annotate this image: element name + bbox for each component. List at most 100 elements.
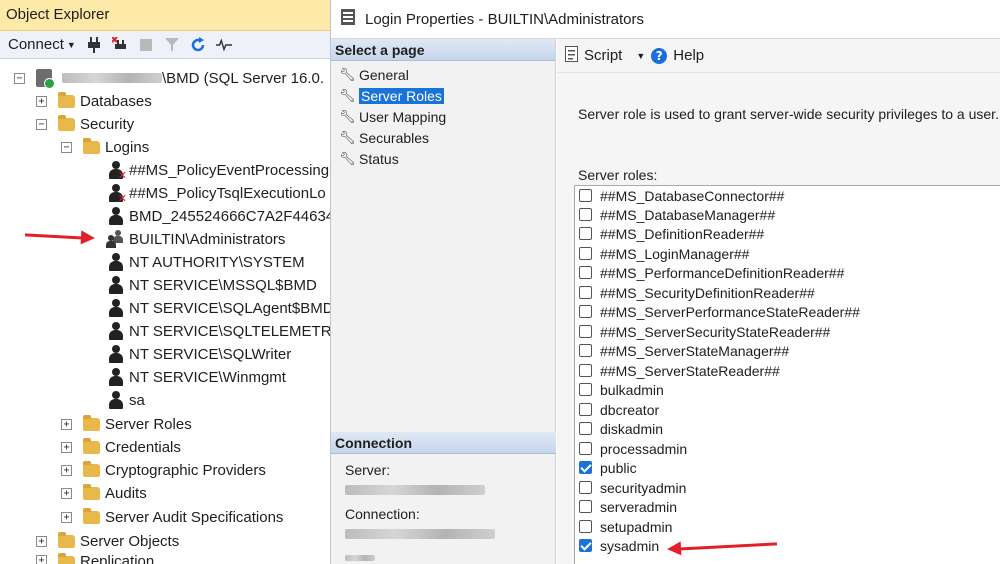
page-label: Status: [359, 150, 399, 167]
page-status[interactable]: 🔧︎ Status: [331, 148, 555, 169]
login-item[interactable]: sa: [108, 389, 145, 411]
role-checkbox[interactable]: [579, 500, 592, 513]
role-checkbox[interactable]: [579, 442, 592, 455]
role-checkbox[interactable]: [579, 286, 592, 299]
help-button[interactable]: Help: [673, 47, 704, 64]
login-item[interactable]: NT SERVICE\Winmgmt: [108, 366, 286, 388]
activity-monitor-icon[interactable]: [215, 37, 232, 53]
role-checkbox[interactable]: [579, 227, 592, 240]
collapse-icon[interactable]: −: [61, 141, 72, 153]
page-selector-pane: Select a page 🔧︎ General 🔧︎ Server Roles…: [331, 39, 556, 564]
tree-node-server[interactable]: − \BMD (SQL Server 16.0.: [14, 67, 324, 89]
collapse-icon[interactable]: −: [14, 72, 25, 84]
role-checkbox[interactable]: [579, 266, 592, 279]
role-checkbox[interactable]: [579, 325, 592, 338]
login-item[interactable]: ✕ ##MS_PolicyTsqlExecutionLo: [108, 182, 326, 204]
tree-label: Server Objects: [80, 532, 180, 550]
role-checkbox[interactable]: [579, 364, 592, 377]
role-item[interactable]: setupadmin: [579, 517, 672, 536]
role-item[interactable]: ##MS_ServerStateReader##: [579, 361, 780, 380]
expand-icon[interactable]: +: [61, 511, 72, 523]
server-roles-list[interactable]: ##MS_DatabaseConnector## ##MS_DatabaseMa…: [574, 185, 1000, 564]
tree-node-replication[interactable]: + Replication: [36, 553, 154, 564]
tree-node-server-roles[interactable]: + Server Roles: [61, 413, 192, 435]
expand-icon[interactable]: +: [61, 441, 72, 453]
role-name: ##MS_ServerSecurityStateReader##: [600, 323, 831, 340]
role-checkbox-checked[interactable]: [579, 539, 592, 552]
stop-icon[interactable]: [138, 37, 154, 53]
role-item[interactable]: ##MS_SecurityDefinitionReader##: [579, 283, 815, 302]
role-checkbox[interactable]: [579, 403, 592, 416]
tree-node-server-objects[interactable]: + Server Objects: [36, 530, 179, 552]
user-icon: [108, 322, 124, 340]
page-general[interactable]: 🔧︎ General: [331, 64, 555, 85]
server-roles-label-text: Server roles:: [578, 167, 658, 183]
refresh-icon[interactable]: [190, 36, 206, 53]
tree-node-databases[interactable]: + Databases: [36, 90, 152, 112]
role-item[interactable]: dbcreator: [579, 400, 659, 419]
expand-icon[interactable]: +: [36, 95, 47, 107]
tree-node-cryptographic-providers[interactable]: + Cryptographic Providers: [61, 459, 266, 481]
role-item[interactable]: ##MS_DefinitionReader##: [579, 224, 764, 243]
page-server-roles[interactable]: 🔧︎ Server Roles: [331, 85, 555, 106]
page-securables[interactable]: 🔧︎ Securables: [331, 127, 555, 148]
role-checkbox[interactable]: [579, 481, 592, 494]
role-checkbox[interactable]: [579, 247, 592, 260]
collapse-icon[interactable]: −: [36, 118, 47, 130]
role-item[interactable]: ##MS_DatabaseConnector##: [579, 186, 784, 205]
tree-node-audits[interactable]: + Audits: [61, 482, 147, 504]
role-item[interactable]: processadmin: [579, 439, 687, 458]
page-user-mapping[interactable]: 🔧︎ User Mapping: [331, 106, 555, 127]
role-item[interactable]: ##MS_ServerStateManager##: [579, 341, 789, 360]
tree-node-server-audit-specifications[interactable]: + Server Audit Specifications: [61, 506, 283, 528]
page-description: Server role is used to grant server-wide…: [578, 106, 999, 122]
login-item[interactable]: NT SERVICE\SQLTELEMETRY$: [108, 320, 330, 342]
role-checkbox[interactable]: [579, 305, 592, 318]
role-item[interactable]: ##MS_LoginManager##: [579, 244, 749, 263]
role-item[interactable]: ##MS_ServerSecurityStateReader##: [579, 322, 830, 341]
role-item[interactable]: securityadmin: [579, 478, 686, 497]
role-item[interactable]: ##MS_DatabaseManager##: [579, 205, 775, 224]
expand-icon[interactable]: +: [61, 487, 72, 499]
disconnect-icon[interactable]: [111, 36, 128, 53]
help-icon[interactable]: ?: [651, 47, 668, 64]
role-item[interactable]: diskadmin: [579, 419, 663, 438]
role-checkbox[interactable]: [579, 344, 592, 357]
tree-node-credentials[interactable]: + Credentials: [61, 436, 181, 458]
group-icon: [106, 230, 124, 248]
login-item[interactable]: NT SERVICE\MSSQL$BMD: [108, 274, 317, 296]
object-explorer-title: Object Explorer: [0, 0, 330, 31]
role-checkbox[interactable]: [579, 422, 592, 435]
filter-icon[interactable]: [164, 37, 180, 53]
connect-button[interactable]: Connect ▼: [8, 36, 76, 53]
script-dropdown-icon[interactable]: ▼: [636, 51, 645, 61]
connect-plug-icon[interactable]: [86, 36, 102, 53]
tree-node-security[interactable]: − Security: [36, 113, 134, 135]
role-item[interactable]: ##MS_ServerPerformanceStateReader##: [579, 302, 860, 321]
login-item[interactable]: NT SERVICE\SQLWriter: [108, 343, 291, 365]
role-item[interactable]: serveradmin: [579, 497, 677, 516]
role-checkbox[interactable]: [579, 520, 592, 533]
role-checkbox-checked[interactable]: [579, 461, 592, 474]
expand-icon[interactable]: +: [61, 464, 72, 476]
tree-label-logins: Logins: [105, 138, 150, 156]
expand-icon[interactable]: +: [61, 418, 72, 430]
role-checkbox[interactable]: [579, 208, 592, 221]
role-item[interactable]: sysadmin: [579, 536, 659, 555]
expand-icon[interactable]: +: [36, 555, 47, 564]
role-item[interactable]: bulkadmin: [579, 380, 664, 399]
login-item-selected[interactable]: BUILTIN\Administrators: [106, 228, 286, 250]
script-button[interactable]: Script: [565, 45, 622, 66]
login-item[interactable]: NT AUTHORITY\SYSTEM: [108, 251, 305, 273]
role-checkbox[interactable]: [579, 189, 592, 202]
expand-icon[interactable]: +: [36, 535, 47, 547]
tree-node-logins[interactable]: − Logins: [61, 136, 149, 158]
role-item[interactable]: ##MS_PerformanceDefinitionReader##: [579, 263, 844, 282]
role-name: ##MS_LoginManager##: [600, 245, 750, 262]
role-checkbox[interactable]: [579, 383, 592, 396]
login-item[interactable]: NT SERVICE\SQLAgent$BMD: [108, 297, 330, 319]
login-item[interactable]: BMD_245524666C7A2F44634F: [108, 205, 330, 227]
login-item[interactable]: ✕ ##MS_PolicyEventProcessing: [108, 159, 329, 181]
tree-label-databases: Databases: [80, 92, 152, 110]
role-item[interactable]: public: [579, 458, 637, 477]
